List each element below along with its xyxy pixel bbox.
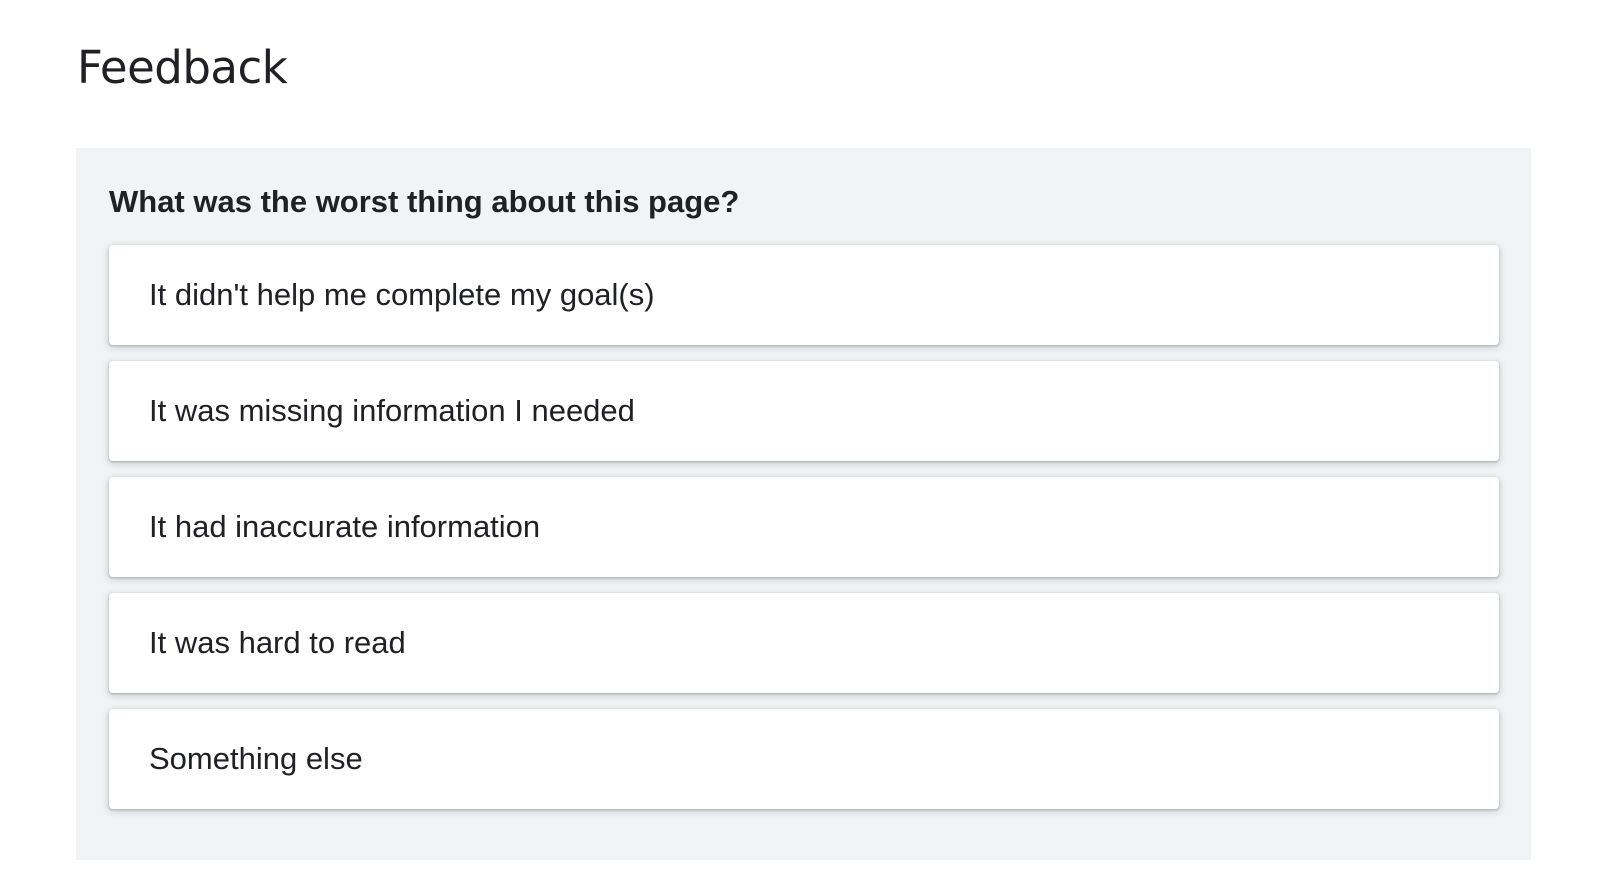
feedback-option-something-else[interactable]: Something else [109,709,1499,809]
feedback-option-hard-to-read[interactable]: It was hard to read [109,593,1499,693]
feedback-option-label: It didn't help me complete my goal(s) [149,277,655,312]
feedback-option-goal[interactable]: It didn't help me complete my goal(s) [109,245,1499,345]
feedback-option-label: It was missing information I needed [149,393,635,428]
feedback-question: What was the worst thing about this page… [109,184,740,219]
feedback-option-missing-info[interactable]: It was missing information I needed [109,361,1499,461]
feedback-panel: What was the worst thing about this page… [76,148,1531,860]
feedback-option-label: It was hard to read [149,625,406,660]
feedback-options-list: It didn't help me complete my goal(s) It… [109,245,1499,825]
page-title: Feedback [77,41,288,94]
feedback-option-inaccurate[interactable]: It had inaccurate information [109,477,1499,577]
feedback-option-label: It had inaccurate information [149,509,541,544]
feedback-option-label: Something else [149,741,363,776]
